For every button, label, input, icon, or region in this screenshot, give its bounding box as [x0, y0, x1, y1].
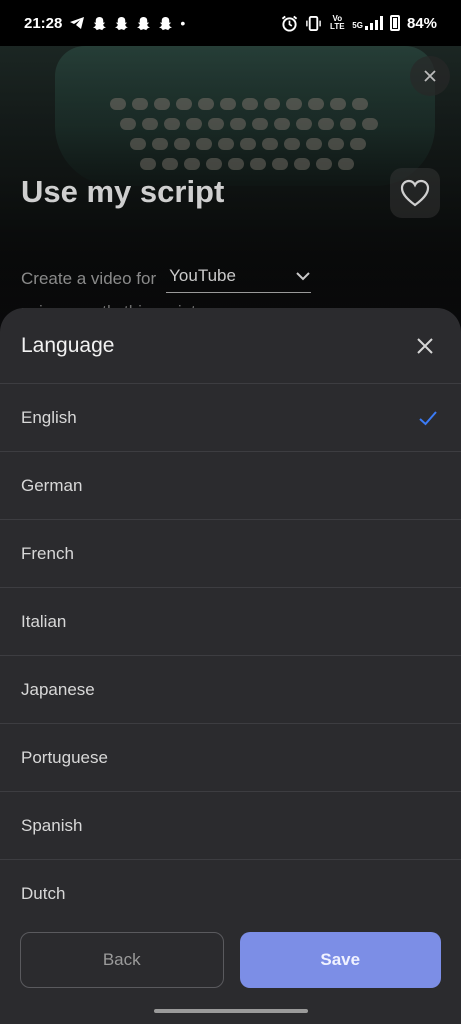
battery-icon [389, 15, 400, 31]
language-label: Dutch [21, 884, 66, 903]
language-item-french[interactable]: French [0, 520, 461, 588]
language-label: French [21, 543, 74, 563]
save-button[interactable]: Save [239, 932, 441, 988]
platform-select[interactable]: YouTube [166, 264, 312, 293]
sheet-close-button[interactable] [409, 330, 441, 362]
create-video-row: Create a video for YouTube [21, 264, 312, 293]
language-label: Spanish [21, 815, 83, 835]
sheet-header: Language [0, 308, 461, 384]
language-label: Italian [21, 611, 67, 631]
snapchat-icon [93, 16, 107, 30]
vibrate-icon [306, 15, 322, 31]
alarm-icon [282, 15, 298, 32]
hero-close-button[interactable] [410, 56, 450, 96]
snapchat-icon [115, 16, 129, 30]
language-item-german[interactable]: German [0, 452, 461, 520]
language-item-japanese[interactable]: Japanese [0, 656, 461, 724]
language-item-italian[interactable]: Italian [0, 588, 461, 656]
close-icon [424, 70, 436, 82]
language-list: English German French Italian Japanese P… [0, 384, 461, 928]
language-item-spanish[interactable]: Spanish [0, 792, 461, 860]
language-item-dutch[interactable]: Dutch [0, 860, 461, 928]
telegram-icon [70, 17, 85, 29]
back-button[interactable]: Back [20, 932, 224, 988]
language-item-english[interactable]: English [0, 384, 461, 452]
close-icon [417, 337, 433, 354]
platform-value: YouTube [169, 266, 236, 285]
language-label: German [21, 475, 83, 495]
language-label: Portuguese [21, 747, 108, 767]
page-title: Use my script [21, 174, 225, 209]
home-indicator[interactable] [154, 1009, 308, 1013]
status-bar: 21:28 • Vo LTE 5G 84% [0, 0, 461, 46]
snapchat-icon [159, 16, 173, 30]
favorite-button[interactable] [390, 168, 440, 218]
sheet-actions: Back Save [20, 932, 441, 988]
dot-icon: • [180, 15, 186, 31]
status-time: 21:28 [24, 14, 63, 32]
battery-percent: 84% [406, 14, 437, 32]
5g-signal-icon: 5G [352, 16, 383, 30]
language-label: English [21, 407, 77, 427]
sheet-title: Language [21, 333, 115, 357]
language-item-portuguese[interactable]: Portuguese [0, 724, 461, 792]
create-video-label: Create a video for [21, 268, 157, 288]
volte-icon: Vo LTE [330, 14, 345, 31]
heart-icon [400, 179, 430, 207]
language-label: Japanese [21, 679, 95, 699]
snapchat-icon [137, 16, 151, 30]
checkmark-icon [419, 410, 437, 425]
chevron-down-icon [296, 272, 310, 281]
language-sheet: Language English German French Italian J… [0, 308, 461, 1024]
